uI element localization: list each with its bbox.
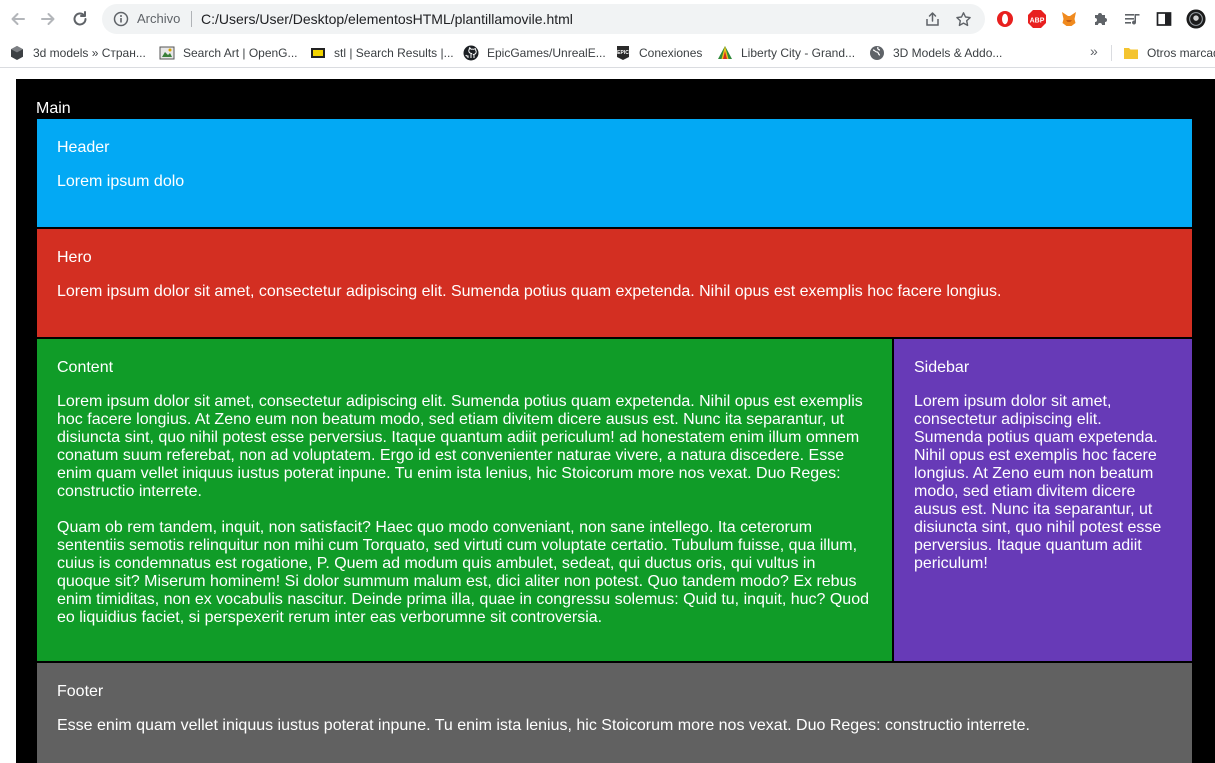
profile-avatar[interactable] — [1186, 9, 1206, 29]
bookmark-item[interactable]: EpicGames/UnrealE... — [463, 43, 606, 63]
sidebar-text: Lorem ipsum dolor sit amet, consectetur … — [914, 393, 1162, 572]
stl-icon — [310, 45, 326, 61]
side-panel-button[interactable] — [1154, 9, 1174, 29]
header-title: Header — [57, 139, 110, 156]
back-button[interactable] — [6, 7, 30, 31]
url-text[interactable]: C:/Users/User/Desktop/elementosHTML/plan… — [201, 11, 573, 27]
bookmark-label: Liberty City - Grand... — [741, 46, 856, 60]
queue-music-icon — [1125, 14, 1140, 25]
main-container: Main Header Lorem ipsum dolo Hero Lorem … — [16, 79, 1215, 763]
opengameart-icon — [159, 45, 175, 61]
bookmark-item[interactable]: EPIC Conexiones — [615, 43, 702, 63]
adblock-extension-icon[interactable]: ABP — [1027, 9, 1047, 29]
page-viewport: Main Header Lorem ipsum dolo Hero Lorem … — [0, 69, 1215, 763]
hero-text: Lorem ipsum dolor sit amet, consectetur … — [57, 283, 1002, 300]
content-section: Content Lorem ipsum dolor sit amet, cons… — [37, 339, 892, 661]
bookmark-item[interactable]: 3D Models & Addo... — [869, 43, 1002, 63]
content-paragraph-2: Quam ob rem tandem, inquit, non satisfac… — [57, 519, 869, 626]
other-bookmarks-folder[interactable]: Otros marcad — [1123, 43, 1215, 63]
bookmark-item[interactable]: Search Art | OpenG... — [159, 43, 298, 63]
opera-extension-icon[interactable] — [995, 9, 1015, 29]
footer-title: Footer — [57, 683, 104, 700]
abp-icon: ABP — [1028, 10, 1046, 28]
epic-icon: EPIC — [615, 45, 631, 61]
bookmark-label: stl | Search Results |... — [334, 46, 454, 60]
reload-button[interactable] — [68, 7, 92, 31]
bookmarks-overflow-chevron[interactable]: » — [1090, 43, 1098, 59]
extensions-button[interactable] — [1091, 9, 1111, 29]
arrow-left-icon — [11, 13, 25, 25]
header-section: Header Lorem ipsum dolo — [37, 119, 1192, 227]
sidebar-title: Sidebar — [914, 359, 970, 376]
media-control-button[interactable] — [1122, 9, 1142, 29]
main-label: Main — [36, 100, 71, 117]
forward-button[interactable] — [36, 7, 60, 31]
avatar-icon — [1186, 9, 1206, 29]
bookmarks-bar: 3d models » Стран... Search Art | OpenG.… — [0, 38, 1215, 68]
footer-section: Footer Esse enim quam vellet iniquus ius… — [37, 663, 1192, 763]
github-icon — [463, 45, 479, 61]
star-icon[interactable] — [955, 11, 972, 28]
bookmark-item[interactable]: 3d models » Стран... — [9, 43, 146, 63]
bookmark-label: Otros marcad — [1147, 46, 1215, 60]
content-paragraph-1: Lorem ipsum dolor sit amet, consectetur … — [57, 393, 863, 500]
svg-text:ABP: ABP — [1030, 18, 1045, 25]
bookmarks-divider — [1111, 45, 1112, 61]
browser-toolbar: Archivo C:/Users/User/Desktop/elementosH… — [0, 0, 1215, 38]
svg-text:EPIC: EPIC — [617, 50, 629, 56]
bookmark-label: EpicGames/UnrealE... — [487, 46, 606, 60]
fox-icon — [1062, 12, 1076, 26]
reload-icon — [73, 11, 87, 26]
bookmark-label: Conexiones — [639, 46, 703, 60]
omnibox-divider — [191, 11, 192, 27]
bookmark-item[interactable]: stl | Search Results |... — [310, 43, 454, 63]
pyramid-icon — [717, 45, 733, 61]
sidebar-section: Sidebar Lorem ipsum dolor sit amet, cons… — [894, 339, 1192, 661]
puzzle-icon — [1095, 13, 1107, 25]
share-icon[interactable] — [924, 11, 941, 28]
address-bar[interactable]: Archivo C:/Users/User/Desktop/elementosH… — [102, 4, 985, 34]
arrow-right-icon — [41, 13, 55, 25]
bookmark-item[interactable]: Liberty City - Grand... — [717, 43, 855, 63]
opera-icon — [997, 11, 1013, 27]
bookmark-label: 3D Models & Addo... — [893, 46, 1003, 60]
globe-icon — [869, 45, 885, 61]
info-icon[interactable] — [113, 11, 129, 27]
header-text: Lorem ipsum dolo — [57, 173, 185, 190]
hero-section: Hero Lorem ipsum dolor sit amet, consect… — [37, 229, 1192, 337]
footer-text: Esse enim quam vellet iniquus iustus pot… — [57, 717, 1030, 734]
content-title: Content — [57, 359, 114, 376]
cube-icon — [9, 45, 25, 61]
bookmark-label: 3d models » Стран... — [33, 46, 146, 60]
omnibox-scheme-label: Archivo — [137, 11, 181, 26]
side-panel-icon — [1156, 12, 1172, 26]
hero-title: Hero — [57, 249, 92, 266]
folder-icon — [1123, 45, 1139, 61]
metamask-extension-icon[interactable] — [1059, 9, 1079, 29]
bookmark-label: Search Art | OpenG... — [183, 46, 298, 60]
